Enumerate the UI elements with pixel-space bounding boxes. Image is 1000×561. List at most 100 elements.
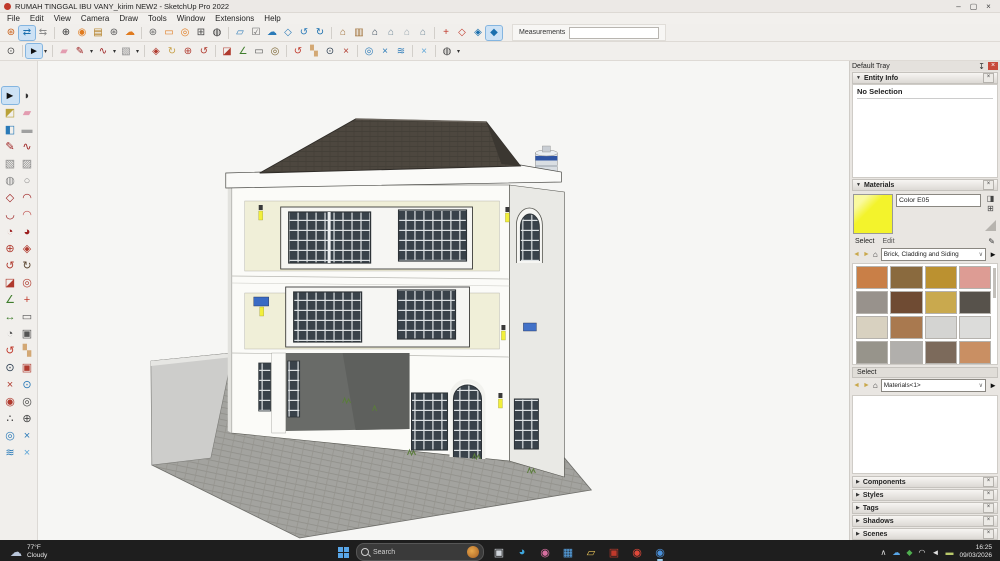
eyedropper-icon[interactable]: ✎ [988, 237, 995, 246]
sector-icon[interactable]: ◕ [19, 223, 36, 240]
menu-help[interactable]: Help [259, 14, 285, 23]
tray-close-button[interactable]: × [988, 62, 998, 70]
details-arrow-icon[interactable]: ► [989, 381, 997, 390]
forward-arrow-icon[interactable]: ► [863, 251, 870, 258]
battery-icon[interactable]: ▬ [945, 548, 953, 557]
pushpull-icon[interactable]: ◈ [148, 44, 164, 58]
panel-close-button[interactable]: × [983, 529, 994, 539]
house-outline-icon[interactable]: ⌂ [399, 26, 415, 40]
panel-components[interactable]: ▶ Components × [852, 476, 998, 488]
task-view-icon[interactable]: ▣ [491, 543, 507, 561]
panel-shadows[interactable]: ▶ Shadows × [852, 515, 998, 527]
offset-icon[interactable]: ◎ [19, 274, 36, 291]
account-menu-icon[interactable]: ◍ [439, 44, 455, 58]
threed-text-icon[interactable]: ▣ [19, 325, 36, 342]
paint-bucket-icon[interactable]: ◩ [2, 104, 19, 121]
freehand-caret-icon[interactable]: ▾ [111, 44, 118, 58]
axes-tool-icon[interactable]: + [19, 291, 36, 308]
two-point-arc-icon[interactable]: ◡ [2, 206, 19, 223]
menu-draw[interactable]: Draw [114, 14, 143, 23]
tape-measure-icon[interactable]: ∠ [235, 44, 251, 58]
swap-arrows-icon[interactable]: ⇄ [18, 24, 36, 41]
tape-measure-icon[interactable]: ∠ [2, 291, 19, 308]
orbit-icon[interactable]: ↺ [2, 342, 19, 359]
section-plane-icon[interactable]: ◎ [2, 427, 19, 444]
tab-select[interactable]: Select [855, 238, 874, 245]
pencil-caret-icon[interactable]: ▾ [88, 44, 95, 58]
zoom-window-icon[interactable]: ▣ [19, 359, 36, 376]
freehand-icon[interactable]: ∿ [19, 138, 36, 155]
checkbox-icon[interactable]: ☑ [248, 26, 264, 40]
axes-icon[interactable]: + [438, 26, 454, 40]
pie-icon[interactable]: ◔ [2, 223, 19, 240]
cart-icon[interactable]: ⊞ [193, 26, 209, 40]
swatch-cream-siding[interactable] [856, 316, 889, 339]
select-arrow-icon[interactable]: ► [25, 43, 43, 59]
scale-icon[interactable]: ◪ [2, 274, 19, 291]
swatch-terracotta-siding[interactable] [958, 341, 991, 364]
swatch-dark-brick[interactable] [890, 291, 923, 314]
face-textured-icon[interactable]: ◆ [485, 24, 503, 41]
panel-close-button[interactable]: × [983, 490, 994, 500]
account-icon[interactable]: ◍ [209, 26, 225, 40]
weather-widget[interactable]: ☁ 77°F Cloudy [0, 544, 47, 560]
binoculars-icon[interactable]: ◎ [267, 44, 283, 58]
menu-view[interactable]: View [49, 14, 76, 23]
text-label-icon[interactable]: ▭ [19, 308, 36, 325]
zoom-extents-icon[interactable]: × [338, 44, 354, 58]
file-explorer-icon[interactable]: ▱ [583, 543, 599, 561]
panel-close-button[interactable]: × [983, 477, 994, 487]
eraser-icon[interactable]: ▰ [56, 44, 72, 58]
menu-window[interactable]: Window [172, 14, 210, 23]
swatch-gray-stone[interactable] [856, 291, 889, 314]
panel-tags[interactable]: ▶ Tags × [852, 502, 998, 514]
arc-icon[interactable]: ◠ [19, 189, 36, 206]
model-info-icon[interactable]: ⊛ [106, 26, 122, 40]
panel-close-button[interactable]: × [983, 503, 994, 513]
panel-close-button[interactable]: × [983, 516, 994, 526]
in-model-materials-list[interactable] [852, 395, 998, 474]
dimension-icon[interactable]: ↔ [2, 308, 19, 325]
pan-icon[interactable]: ▚ [19, 342, 36, 359]
swatch-orange-siding[interactable] [856, 266, 889, 289]
open-folder-icon[interactable]: ▱ [232, 26, 248, 40]
back-arrow-icon[interactable]: ◄ [853, 382, 860, 389]
menu-camera[interactable]: Camera [76, 14, 114, 23]
close-button[interactable]: × [981, 2, 996, 11]
measurements-input[interactable] [569, 26, 660, 39]
chrome-icon[interactable]: ◉ [629, 543, 645, 561]
rotate-icon[interactable]: ↺ [196, 44, 212, 58]
house-roof-icon[interactable]: ⌂ [383, 26, 399, 40]
ellipse-icon[interactable]: ○ [19, 172, 36, 189]
volume-icon[interactable]: ◄ [932, 548, 940, 557]
select-caret-icon[interactable]: ▾ [42, 44, 49, 58]
swatch-white-panel[interactable] [958, 316, 991, 339]
sketchup-app-icon[interactable]: ◉ [652, 543, 668, 561]
protractor-icon[interactable]: ◔ [2, 325, 19, 342]
cloud-box-icon[interactable]: ◇ [280, 26, 296, 40]
create-material-icon[interactable]: ⊞ [987, 204, 994, 213]
face-wireframe-icon[interactable]: ◇ [454, 26, 470, 40]
pan-icon[interactable]: ▚ [306, 44, 322, 58]
swatch-light-gray-panel[interactable] [924, 316, 957, 339]
cloud-upload-icon[interactable]: ☁ [122, 26, 138, 40]
drawing-canvas[interactable] [38, 61, 849, 540]
select-arrow-icon[interactable]: ► [0, 86, 20, 105]
previous-zoom-icon[interactable]: ⊙ [19, 376, 36, 393]
materials-header[interactable]: ▼ Materials × [852, 179, 998, 191]
panel-scenes[interactable]: ▶ Scenes × [852, 528, 998, 540]
target-icon[interactable]: ⊕ [19, 410, 36, 427]
model-3d-view[interactable] [38, 61, 849, 540]
followme-icon[interactable]: ↻ [19, 257, 36, 274]
section-tool-icon[interactable]: × [377, 44, 393, 58]
pencil-icon[interactable]: ✎ [72, 44, 88, 58]
position-camera-icon[interactable]: ◉ [2, 393, 19, 410]
scale-icon[interactable]: ◪ [219, 44, 235, 58]
pin-icon[interactable]: ↧ [978, 62, 985, 71]
move-icon[interactable]: ⊕ [180, 44, 196, 58]
home-icon[interactable]: ⌂ [873, 250, 878, 259]
swatch-pink-stucco[interactable] [958, 266, 991, 289]
section-x-icon[interactable]: × [19, 427, 36, 444]
store-icon[interactable]: ▦ [560, 543, 576, 561]
tab-edit[interactable]: Edit [882, 238, 894, 245]
